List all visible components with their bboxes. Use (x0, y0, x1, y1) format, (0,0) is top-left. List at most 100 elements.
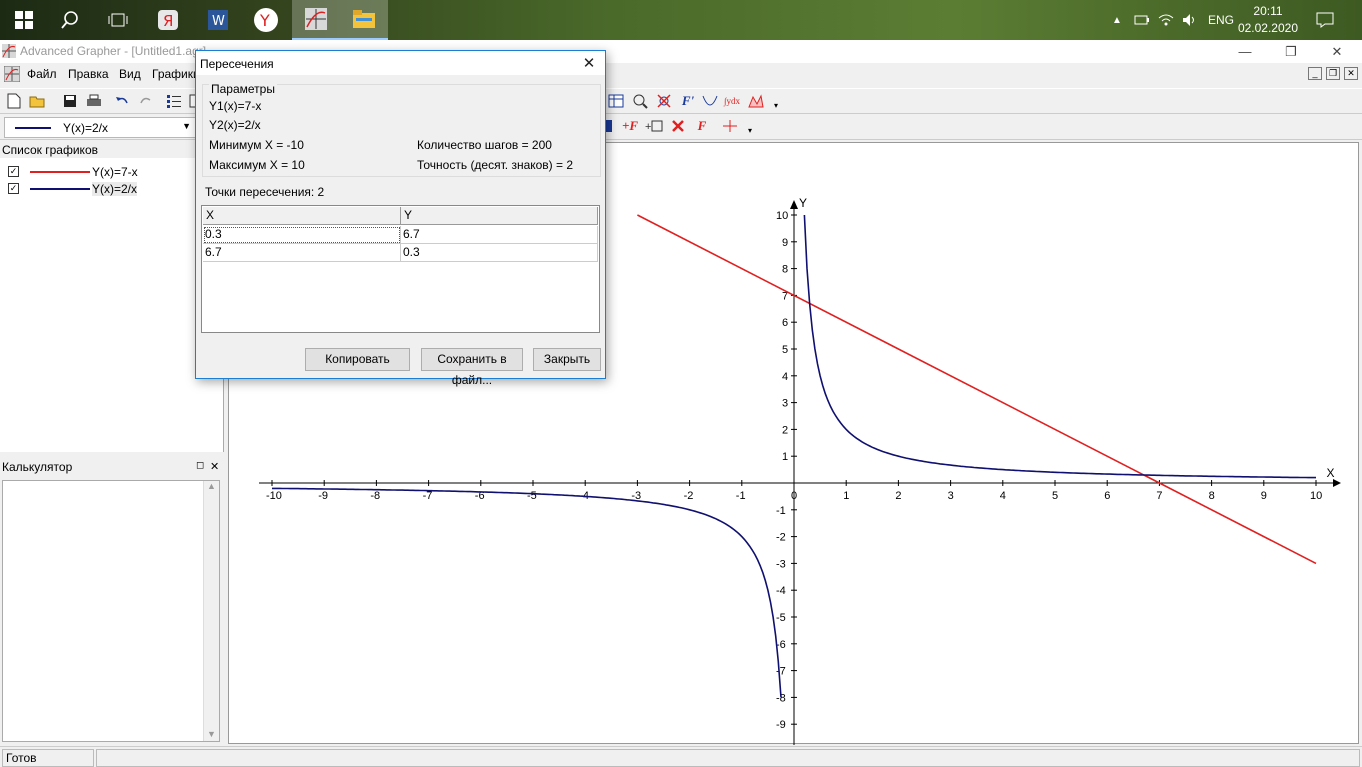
x-tick-label: -7 (423, 490, 433, 502)
y-tick-label: 1 (782, 451, 788, 463)
y-tick-label: 10 (776, 210, 788, 222)
x-tick-label: -9 (318, 490, 328, 502)
redo-icon[interactable] (136, 91, 156, 111)
graph-list-item[interactable]: ✓ Y(x)=2/x (6, 181, 221, 197)
column-header-x[interactable]: X (203, 207, 401, 225)
window-title: Advanced Grapher - [Untitled1.agr] (20, 44, 207, 58)
column-header-y[interactable]: Y (401, 207, 598, 225)
restore-button[interactable]: ❐ (1268, 40, 1314, 63)
restore-icon: ❐ (1285, 43, 1297, 59)
mdi-close-button[interactable]: ✕ (1344, 67, 1358, 80)
graph-selector-value: Y(x)=2/x (63, 121, 109, 135)
close-dialog-button[interactable]: Закрыть (533, 348, 601, 371)
y-tick-label: 4 (782, 371, 788, 383)
menu-file[interactable]: Файл (27, 67, 57, 81)
dialog-title-bar: Пересечения ✕ (196, 51, 605, 75)
calculator-area[interactable]: ▲ ▼ (2, 480, 220, 742)
function-properties-icon[interactable]: F (692, 116, 712, 136)
area-icon[interactable] (746, 91, 766, 111)
panel-float-icon[interactable]: ◻ (196, 460, 204, 471)
x-tick-label: -1 (736, 490, 746, 502)
intersection-table[interactable]: X Y 0.3 6.7 6.7 0.3 (201, 205, 600, 333)
toolbar2-more-icon[interactable]: ▾ (740, 120, 760, 140)
table-view-icon[interactable] (606, 91, 626, 111)
yandex-browser-icon: Я (158, 10, 178, 30)
undo-icon[interactable] (112, 91, 132, 111)
dialog-close-button[interactable]: ✕ (573, 51, 605, 75)
menu-graphs[interactable]: Графики (152, 67, 200, 81)
graph-selector[interactable]: Y(x)=2/x ▼ (4, 117, 196, 138)
task-view-button[interactable] (94, 0, 142, 40)
x-tick-label: -8 (370, 490, 380, 502)
y-tick-label: 3 (782, 398, 788, 410)
minimize-icon: — (1238, 44, 1252, 59)
show-hidden-icons[interactable]: ▲ (1112, 0, 1122, 40)
taskbar-file-explorer[interactable] (340, 0, 388, 40)
add-function-icon[interactable]: +F (620, 116, 640, 136)
graph-list-item[interactable]: ✓ Y(x)=7-x (6, 164, 221, 180)
notification-icon (1316, 12, 1334, 28)
trace-icon[interactable] (720, 116, 740, 136)
table-cell[interactable]: 0.3 (203, 226, 401, 244)
taskbar-yandex[interactable]: Y (242, 0, 290, 40)
calculator-scrollbar[interactable]: ▲ ▼ (203, 481, 219, 741)
function-y1: Y1(x)=7-x (209, 99, 262, 113)
intersection-icon[interactable] (654, 91, 674, 111)
clock-date: 02.02.2020 (1237, 21, 1298, 35)
close-button[interactable]: ✕ (1314, 40, 1360, 63)
zoom-graph-icon[interactable] (630, 91, 650, 111)
x-tick-label: 2 (895, 490, 901, 502)
mdi-minimize-button[interactable]: _ (1308, 67, 1322, 80)
clock[interactable]: 20:11 02.02.2020 (1238, 3, 1298, 37)
save-icon[interactable] (60, 91, 80, 111)
save-to-file-button[interactable]: Сохранить в файл... (421, 348, 523, 387)
input-language[interactable]: ENG (1208, 0, 1234, 40)
toolbar-more-icon[interactable]: ▾ (766, 95, 786, 115)
table-cell[interactable]: 6.7 (401, 226, 598, 244)
taskbar-advanced-grapher[interactable] (292, 0, 340, 40)
volume-icon[interactable] (1182, 0, 1198, 40)
power-icon[interactable] (1134, 0, 1150, 40)
graph-label: Y(x)=7-x (92, 165, 138, 179)
minimize-button[interactable]: — (1222, 40, 1268, 63)
svg-text:W: W (212, 14, 225, 29)
menu-edit[interactable]: Правка (68, 67, 109, 81)
scroll-down-icon[interactable]: ▼ (207, 729, 216, 739)
taskbar-yandex-browser[interactable]: Я (144, 0, 192, 40)
wifi-icon[interactable] (1158, 0, 1174, 40)
x-axis-label: X (1326, 466, 1334, 480)
scroll-up-icon[interactable]: ▲ (207, 481, 216, 491)
y-tick-label: 5 (782, 344, 788, 356)
integral-icon[interactable]: ∫ydx (722, 91, 742, 111)
close-icon: ✕ (1331, 43, 1343, 59)
x-axis-arrow (1333, 479, 1341, 487)
copy-button[interactable]: Копировать (305, 348, 410, 371)
tangent-icon[interactable] (700, 91, 720, 111)
menu-view[interactable]: Вид (119, 67, 141, 81)
table-cell[interactable]: 6.7 (203, 244, 401, 262)
windows-taskbar: Я W Y ▲ ENG 20:11 02.02.2020 (0, 0, 1362, 40)
print-icon[interactable] (84, 91, 104, 111)
close-icon: ✕ (582, 55, 596, 72)
steps-value: Количество шагов = 200 (417, 138, 552, 152)
graph-visible-checkbox[interactable]: ✓ (8, 183, 19, 194)
open-file-icon[interactable] (28, 91, 48, 111)
y-tick-label: -9 (776, 719, 786, 731)
panel-close-icon[interactable]: ✕ (210, 460, 219, 473)
start-button[interactable] (0, 0, 48, 40)
x-tick-label: 5 (1052, 490, 1058, 502)
table-cell[interactable]: 0.3 (401, 244, 598, 262)
mdi-restore-button[interactable]: ❐ (1326, 67, 1340, 80)
windows-logo-icon (15, 11, 33, 29)
add-table-icon[interactable]: + (644, 116, 664, 136)
graph-list-icon[interactable] (164, 91, 184, 111)
delete-graph-icon[interactable] (668, 116, 688, 136)
line-sample (15, 127, 51, 129)
graph-visible-checkbox[interactable]: ✓ (8, 166, 19, 177)
notifications-button[interactable] (1316, 0, 1334, 40)
new-file-icon[interactable] (4, 91, 24, 111)
taskbar-word[interactable]: W (194, 0, 242, 40)
search-button[interactable] (46, 0, 94, 40)
derivative-icon[interactable]: F' (678, 91, 698, 111)
word-icon: W (208, 10, 228, 30)
